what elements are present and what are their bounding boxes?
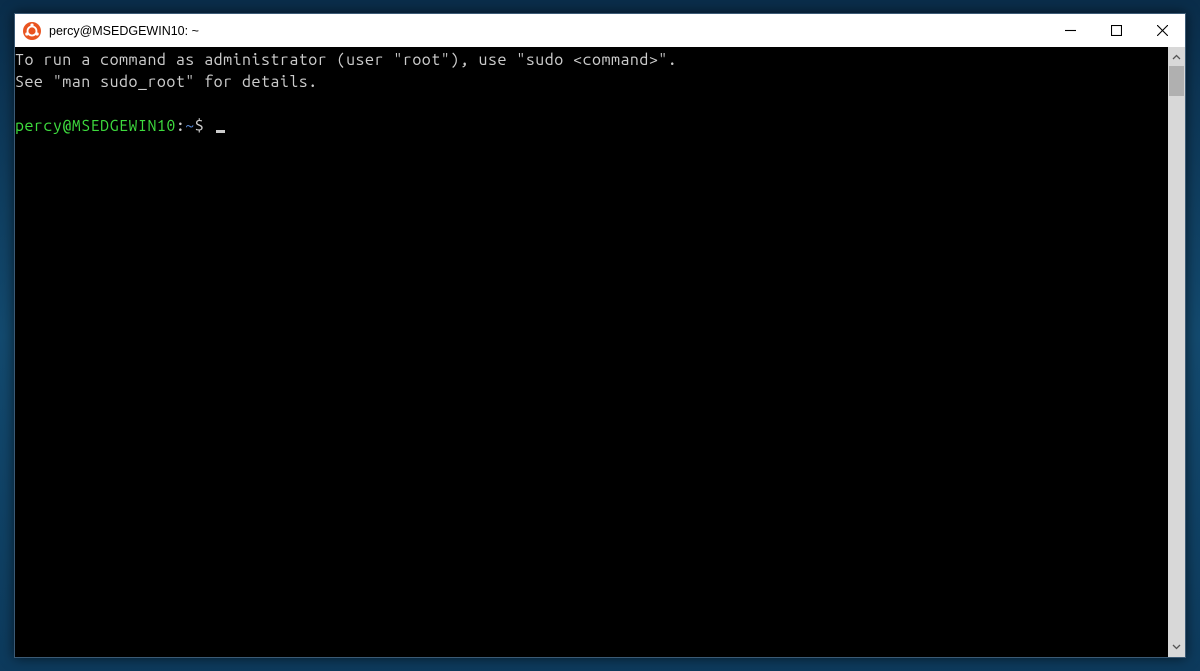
window-title: percy@MSEDGEWIN10: ~: [49, 24, 199, 38]
terminal-body-wrap: To run a command as administrator (user …: [15, 47, 1185, 657]
prompt-user-host: percy@MSEDGEWIN10: [15, 117, 176, 135]
prompt-path: ~: [185, 117, 194, 135]
ubuntu-icon: [23, 22, 41, 40]
window-controls: [1047, 14, 1185, 47]
prompt-colon: :: [176, 117, 185, 135]
prompt-symbol: $: [195, 117, 204, 135]
terminal-viewport[interactable]: To run a command as administrator (user …: [15, 47, 1168, 657]
chevron-up-icon: [1172, 53, 1181, 62]
close-icon: [1157, 25, 1168, 36]
cursor-icon: [216, 130, 225, 133]
scroll-down-button[interactable]: [1168, 638, 1185, 655]
close-button[interactable]: [1139, 14, 1185, 47]
scroll-up-button[interactable]: [1168, 49, 1185, 66]
minimize-button[interactable]: [1047, 14, 1093, 47]
motd-line-1: To run a command as administrator (user …: [15, 51, 677, 69]
chevron-down-icon: [1172, 642, 1181, 651]
scroll-track[interactable]: [1168, 66, 1185, 638]
motd-line-2: See "man sudo_root" for details.: [15, 73, 318, 91]
minimize-icon: [1065, 25, 1076, 36]
terminal-window: percy@MSEDGEWIN10: ~ To run a command as…: [14, 13, 1186, 658]
maximize-icon: [1111, 25, 1122, 36]
vertical-scrollbar[interactable]: [1168, 47, 1185, 657]
maximize-button[interactable]: [1093, 14, 1139, 47]
title-bar[interactable]: percy@MSEDGEWIN10: ~: [15, 14, 1185, 47]
scroll-thumb[interactable]: [1169, 66, 1184, 96]
